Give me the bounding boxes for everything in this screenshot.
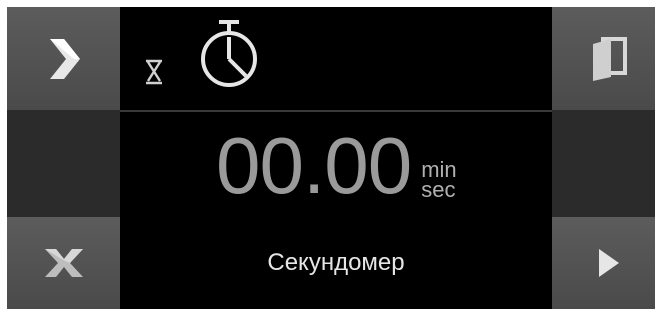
right-spacer	[552, 110, 655, 217]
x-icon	[44, 249, 83, 277]
time-value: 00.00	[216, 121, 412, 210]
mode-label: Секундомер	[267, 249, 405, 276]
hourglass-icon	[146, 59, 162, 85]
time-display: 00.00 min sec	[216, 126, 457, 206]
mode-icons-panel	[120, 7, 552, 110]
stopwatch-screen: 00.00 min sec Секундомер	[7, 7, 655, 309]
left-spacer	[7, 110, 120, 217]
stopwatch-icon[interactable]	[196, 19, 262, 87]
next-button[interactable]	[7, 7, 120, 110]
time-units: min sec	[421, 159, 456, 202]
play-icon	[598, 249, 619, 277]
chevron-right-icon	[49, 38, 80, 79]
cancel-button[interactable]	[7, 217, 120, 309]
time-display-panel: 00.00 min sec	[120, 112, 552, 217]
door-exit-icon	[592, 36, 627, 81]
unit-sec: sec	[421, 177, 456, 202]
mode-label-panel: Секундомер	[120, 217, 552, 309]
exit-button[interactable]	[552, 7, 655, 110]
start-button[interactable]	[552, 217, 655, 309]
